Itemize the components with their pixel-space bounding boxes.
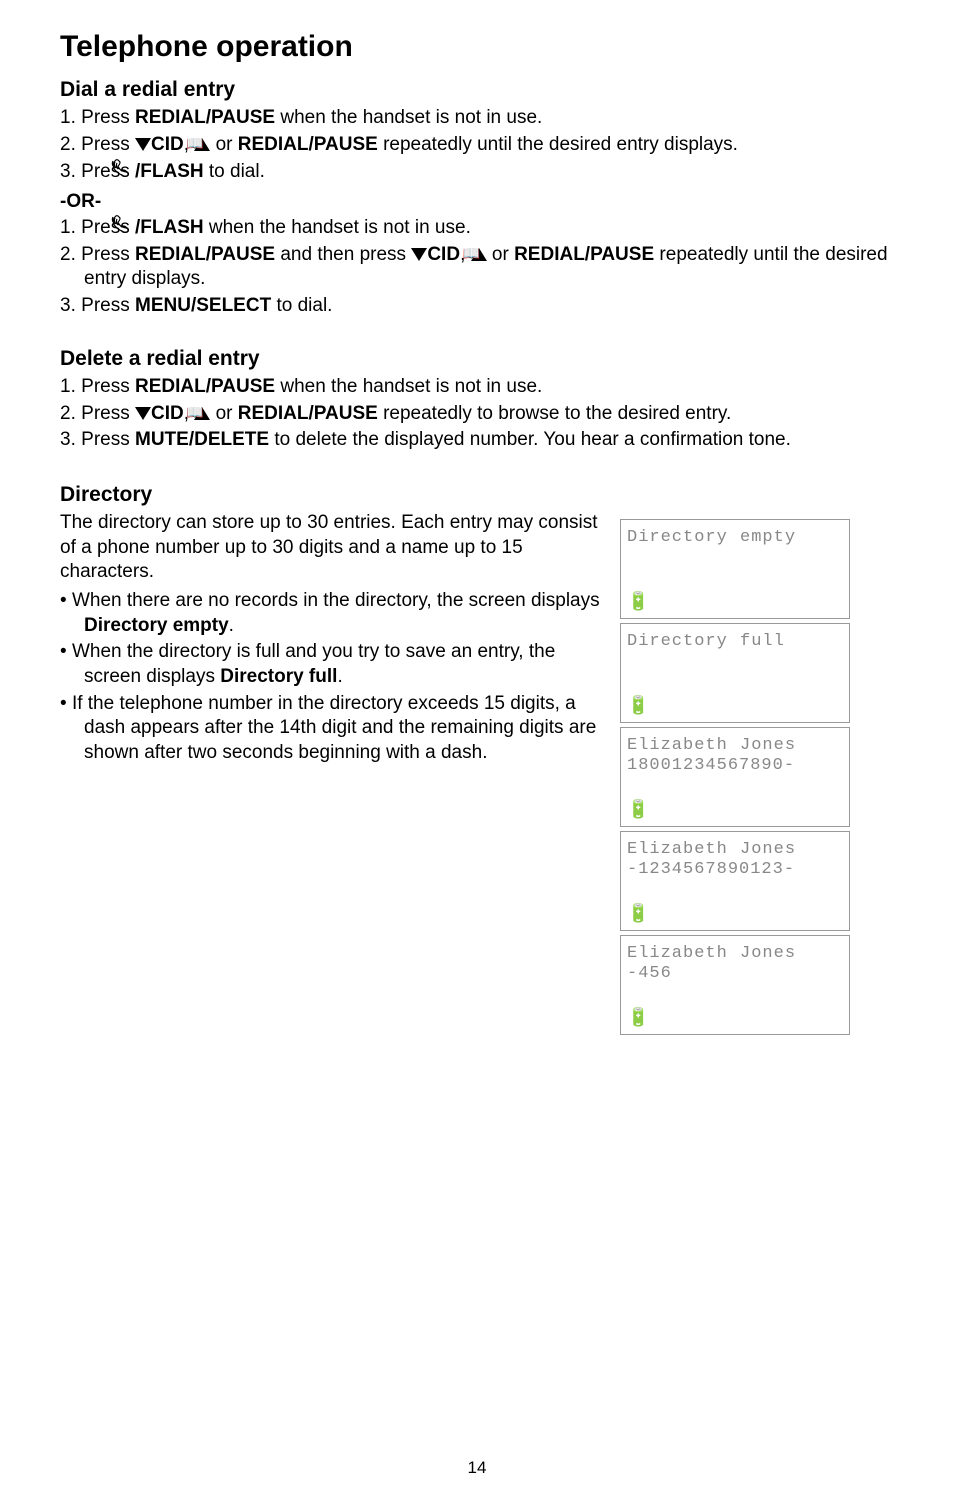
lcd-screen: Directory empty 🔋	[620, 519, 850, 619]
lcd-line: Elizabeth Jones	[627, 944, 843, 964]
or-label: -OR-	[60, 191, 894, 213]
down-arrow-icon	[411, 248, 427, 261]
battery-icon: 🔋	[627, 698, 843, 718]
battery-icon: 🔋	[627, 802, 843, 822]
list-item: 2. Press REDIAL/PAUSE and then press CID…	[84, 243, 894, 292]
delete-redial-list: 1. Press REDIAL/PAUSE when the handset i…	[60, 375, 894, 453]
list-item: 3. Press /FLASH to dial.	[84, 159, 894, 185]
list-item: 2. Press CID, 📖 or REDIAL/PAUSE repeated…	[84, 402, 894, 427]
lcd-line: 18001234567890-	[627, 756, 843, 776]
dial-redial-list-2: 1. Press /FLASH when the handset is not …	[60, 215, 894, 319]
list-item: 2. Press CID, 📖 or REDIAL/PAUSE repeated…	[84, 133, 894, 158]
list-item: 1. Press REDIAL/PAUSE when the handset i…	[84, 106, 894, 131]
section-heading-dial-redial: Dial a redial entry	[60, 78, 894, 102]
page-number: 14	[0, 1458, 954, 1478]
battery-icon: 🔋	[627, 1010, 843, 1030]
list-item: 1. Press REDIAL/PAUSE when the handset i…	[84, 375, 894, 400]
dial-redial-list-1: 1. Press REDIAL/PAUSE when the handset i…	[60, 106, 894, 185]
list-item: 3. Press MENU/SELECT to dial.	[84, 294, 894, 319]
down-arrow-icon	[135, 138, 151, 151]
lcd-line: -456	[627, 964, 843, 984]
list-item: 1. Press /FLASH when the handset is not …	[84, 215, 894, 241]
directory-bullets: When there are no records in the directo…	[60, 589, 600, 766]
down-arrow-icon	[135, 407, 151, 420]
lcd-screen: Elizabeth Jones -1234567890123- 🔋	[620, 831, 850, 931]
list-item: When the directory is full and you try t…	[84, 640, 600, 689]
directory-intro: The directory can store up to 30 entries…	[60, 511, 600, 585]
lcd-line: Directory full	[627, 632, 843, 652]
lcd-line: Directory empty	[627, 528, 843, 548]
lcd-screen: Elizabeth Jones 18001234567890- 🔋	[620, 727, 850, 827]
list-item: 3. Press MUTE/DELETE to delete the displ…	[84, 428, 894, 453]
lcd-line: Elizabeth Jones	[627, 840, 843, 860]
screen-stack: Directory empty 🔋 Directory full 🔋 Eliza…	[620, 519, 850, 1035]
lcd-screen: Elizabeth Jones -456 🔋	[620, 935, 850, 1035]
battery-icon: 🔋	[627, 594, 843, 614]
section-heading-delete-redial: Delete a redial entry	[60, 347, 894, 371]
battery-icon: 🔋	[627, 906, 843, 926]
lcd-screen: Directory full 🔋	[620, 623, 850, 723]
lcd-line: -1234567890123-	[627, 860, 843, 880]
list-item: When there are no records in the directo…	[84, 589, 600, 638]
page-title: Telephone operation	[60, 30, 894, 64]
lcd-line: Elizabeth Jones	[627, 736, 843, 756]
section-heading-directory: Directory	[60, 483, 894, 507]
list-item: If the telephone number in the directory…	[84, 692, 600, 766]
